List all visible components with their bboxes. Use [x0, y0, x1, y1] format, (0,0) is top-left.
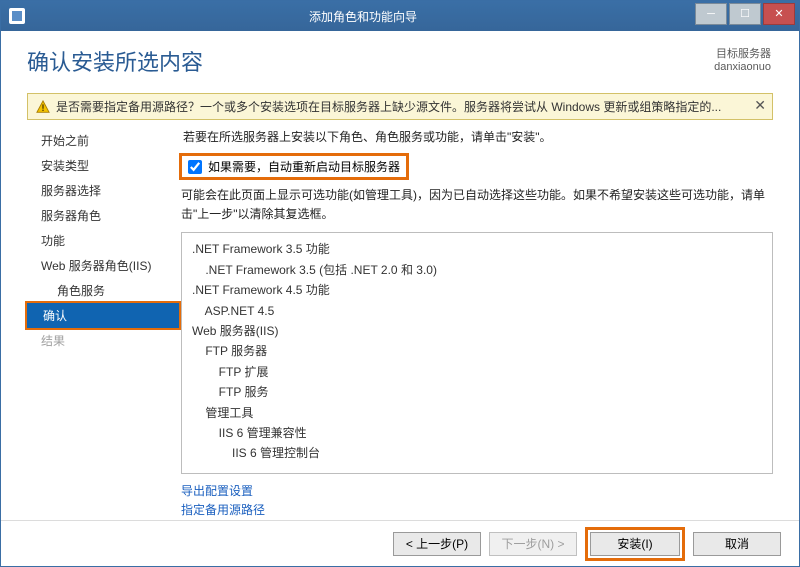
- feature-item: ASP.NET 4.5: [192, 301, 762, 321]
- install-button[interactable]: 安装(I): [590, 532, 680, 556]
- target-server-info: 目标服务器 danxiaonuo: [714, 45, 771, 73]
- feature-item: IIS 6 管理兼容性: [192, 423, 762, 443]
- titlebar: 添加角色和功能向导 ─ ☐ ✕: [1, 1, 799, 31]
- install-highlight: 安装(I): [585, 527, 685, 561]
- feature-item: .NET Framework 3.5 (包括 .NET 2.0 和 3.0): [192, 260, 762, 280]
- alt-source-link[interactable]: 指定备用源路径: [181, 501, 773, 520]
- warning-close-icon[interactable]: ✕: [754, 97, 766, 114]
- sidebar-item-label: 开始之前: [41, 134, 89, 148]
- main-pane: 若要在所选服务器上安装以下角色、角色服务或功能，请单击"安装"。 如果需要，自动…: [181, 126, 773, 520]
- next-button: 下一步(N) >: [489, 532, 577, 556]
- page-title: 确认安装所选内容: [27, 45, 203, 77]
- target-server-label: 目标服务器: [714, 45, 771, 61]
- export-config-link[interactable]: 导出配置设置: [181, 482, 773, 501]
- sidebar-item-label: 结果: [41, 334, 65, 348]
- feature-item: .NET Framework 3.5 功能: [192, 239, 762, 259]
- sidebar-item-role-services[interactable]: 角色服务: [1, 278, 181, 303]
- sidebar-item-begin[interactable]: 开始之前: [1, 128, 181, 153]
- selected-features-list[interactable]: .NET Framework 3.5 功能 .NET Framework 3.5…: [181, 232, 773, 473]
- sidebar-item-label: 角色服务: [57, 284, 105, 298]
- sidebar-item-label: Web 服务器角色(IIS): [41, 259, 151, 273]
- minimize-icon: ─: [707, 9, 715, 20]
- sidebar-item-label: 功能: [41, 234, 65, 248]
- sidebar-item-iis[interactable]: Web 服务器角色(IIS): [1, 253, 181, 278]
- sidebar-item-features[interactable]: 功能: [1, 228, 181, 253]
- feature-item: Web 服务器(IIS): [192, 321, 762, 341]
- warning-bar: 是否需要指定备用源路径？一个或多个安装选项在目标服务器上缺少源文件。服务器将尝试…: [27, 93, 773, 120]
- feature-item: FTP 服务: [192, 382, 762, 402]
- close-icon: ✕: [774, 9, 783, 20]
- auto-restart-row: 如果需要，自动重新启动目标服务器: [179, 153, 409, 180]
- optional-features-explain: 可能会在此页面上显示可选功能(如管理工具)，因为已自动选择这些功能。如果不希望安…: [181, 186, 773, 224]
- feature-item: .NET Framework 4.5 功能: [192, 280, 762, 300]
- minimize-button[interactable]: ─: [695, 3, 727, 25]
- warning-text: 是否需要指定备用源路径？一个或多个安装选项在目标服务器上缺少源文件。服务器将尝试…: [56, 98, 764, 115]
- wizard-sidebar: 开始之前 安装类型 服务器选择 服务器角色 功能 Web 服务器角色(IIS) …: [1, 126, 181, 520]
- auto-restart-label: 如果需要，自动重新启动目标服务器: [208, 158, 400, 175]
- sidebar-item-server-select[interactable]: 服务器选择: [1, 178, 181, 203]
- button-label: 安装(I): [617, 535, 652, 552]
- auto-restart-checkbox[interactable]: [188, 160, 202, 174]
- warning-icon: [36, 100, 50, 114]
- window-title: 添加角色和功能向导: [31, 8, 695, 25]
- close-button[interactable]: ✕: [763, 3, 795, 25]
- sidebar-item-label: 安装类型: [41, 159, 89, 173]
- feature-item: FTP 服务器: [192, 341, 762, 361]
- button-label: 下一步(N) >: [501, 535, 564, 552]
- sidebar-item-confirm[interactable]: 确认: [27, 303, 179, 328]
- feature-item: IIS 6 管理控制台: [192, 443, 762, 463]
- window-buttons: ─ ☐ ✕: [695, 1, 799, 31]
- sidebar-item-server-roles[interactable]: 服务器角色: [1, 203, 181, 228]
- sidebar-item-install-type[interactable]: 安装类型: [1, 153, 181, 178]
- links-row: 导出配置设置 指定备用源路径: [181, 482, 773, 520]
- sidebar-highlight: 确认: [25, 301, 181, 330]
- sidebar-item-label: 确认: [43, 309, 67, 323]
- button-label: 取消: [725, 535, 749, 552]
- footer: < 上一步(P) 下一步(N) > 安装(I) 取消: [1, 520, 799, 566]
- maximize-icon: ☐: [740, 9, 750, 20]
- sidebar-item-label: 服务器选择: [41, 184, 101, 198]
- prev-button[interactable]: < 上一步(P): [393, 532, 481, 556]
- sidebar-item-results: 结果: [1, 328, 181, 353]
- install-instruction: 若要在所选服务器上安装以下角色、角色服务或功能，请单击"安装"。: [183, 128, 773, 145]
- feature-item: 管理工具: [192, 403, 762, 423]
- button-label: < 上一步(P): [406, 535, 468, 552]
- cancel-button[interactable]: 取消: [693, 532, 781, 556]
- header-area: 确认安装所选内容 目标服务器 danxiaonuo: [1, 31, 799, 85]
- sidebar-item-label: 服务器角色: [41, 209, 101, 223]
- feature-item: FTP 扩展: [192, 362, 762, 382]
- maximize-button[interactable]: ☐: [729, 3, 761, 25]
- wizard-icon: [9, 8, 25, 24]
- target-server-name: danxiaonuo: [714, 61, 771, 73]
